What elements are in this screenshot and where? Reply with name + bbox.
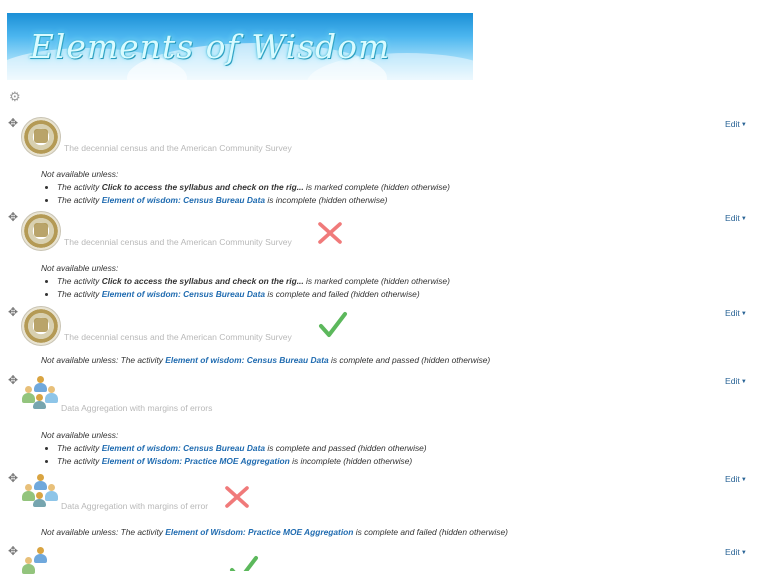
condition-link[interactable]: Element of wisdom: Census Bureau Data <box>165 355 328 365</box>
condition-item: The activity Click to access the syllabu… <box>57 181 450 194</box>
move-icon[interactable]: ✥ <box>8 374 18 386</box>
edit-menu[interactable]: Edit▼ <box>725 547 747 557</box>
activity-title[interactable]: Data Aggregation with margins of errors <box>61 403 212 413</box>
edit-menu[interactable]: Edit▼ <box>725 376 747 386</box>
gear-icon[interactable]: ⚙ <box>9 90 21 103</box>
availability-condition: Not available unless: The activity Eleme… <box>41 355 491 365</box>
condition-item: The activity Element of wisdom: Census B… <box>57 442 427 455</box>
condition-item: The activity Element of wisdom: Census B… <box>57 194 450 207</box>
availability-conditions: Not available unless: The activity Eleme… <box>41 429 427 467</box>
people-network-icon <box>21 472 59 508</box>
caret-down-icon: ▼ <box>740 311 747 317</box>
move-icon[interactable]: ✥ <box>8 472 18 484</box>
check-icon <box>319 312 347 337</box>
condition-item: The activity Element of wisdom: Census B… <box>57 288 450 301</box>
caret-down-icon: ▼ <box>740 550 747 556</box>
condition-item: The activity Click to access the syllabu… <box>57 275 450 288</box>
people-network-icon <box>21 545 59 581</box>
move-icon[interactable]: ✥ <box>8 211 18 223</box>
move-icon[interactable]: ✥ <box>8 545 18 557</box>
caret-down-icon: ▼ <box>740 216 747 222</box>
condition-activity: Click to access the syllabus and check o… <box>101 182 304 192</box>
condition-link[interactable]: Element of Wisdom: Practice MOE Aggregat… <box>102 456 290 466</box>
census-seal-icon <box>21 306 61 346</box>
condition-activity: Click to access the syllabus and check o… <box>101 276 304 286</box>
availability-conditions: Not available unless: The activity Click… <box>41 168 450 206</box>
banner-title: Elements of Wisdom <box>29 27 391 66</box>
condition-link[interactable]: Element of wisdom: Census Bureau Data <box>102 443 265 453</box>
activity-title[interactable]: The decennial census and the American Co… <box>64 237 292 247</box>
census-seal-icon <box>21 211 61 251</box>
edit-menu[interactable]: Edit▼ <box>725 213 747 223</box>
census-seal-icon <box>21 117 61 157</box>
activity-title[interactable]: The decennial census and the American Co… <box>64 332 292 342</box>
caret-down-icon: ▼ <box>740 477 747 483</box>
activity-title[interactable]: The decennial census and the American Co… <box>64 143 292 153</box>
cross-icon <box>318 222 342 244</box>
caret-down-icon: ▼ <box>740 379 747 385</box>
edit-menu[interactable]: Edit▼ <box>725 308 747 318</box>
activity-title[interactable]: Data Aggregation with margins of error <box>61 501 208 511</box>
edit-menu[interactable]: Edit▼ <box>725 474 747 484</box>
cross-icon <box>225 486 249 508</box>
condition-item: The activity Element of Wisdom: Practice… <box>57 455 427 468</box>
availability-condition: Not available unless: The activity Eleme… <box>41 527 508 537</box>
people-network-icon <box>21 374 59 410</box>
course-banner: Elements of Wisdom <box>7 13 473 80</box>
check-icon <box>230 556 258 571</box>
caret-down-icon: ▼ <box>740 122 747 128</box>
condition-link[interactable]: Element of wisdom: Census Bureau Data <box>102 195 265 205</box>
condition-link[interactable]: Element of wisdom: Census Bureau Data <box>102 289 265 299</box>
edit-menu[interactable]: Edit▼ <box>725 119 747 129</box>
availability-conditions: Not available unless: The activity Click… <box>41 262 450 300</box>
move-icon[interactable]: ✥ <box>8 306 18 318</box>
condition-link[interactable]: Element of Wisdom: Practice MOE Aggregat… <box>165 527 353 537</box>
move-icon[interactable]: ✥ <box>8 117 18 129</box>
